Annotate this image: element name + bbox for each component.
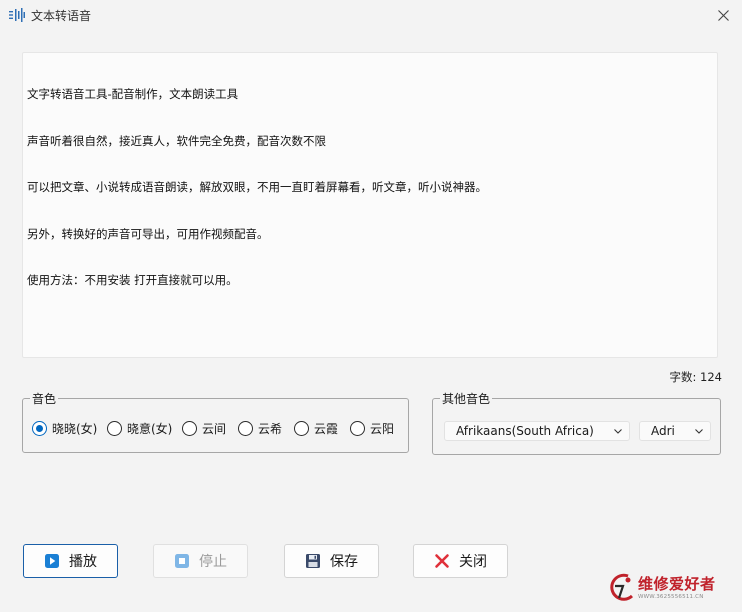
radio-label: 晓意(女) xyxy=(127,422,173,436)
char-count-value: 124 xyxy=(700,370,722,384)
watermark-name: 维修爱好者 xyxy=(638,575,716,593)
voice-radio-xiaoyi[interactable]: 晓意(女) xyxy=(107,420,172,437)
language-select-value: Afrikaans(South Africa) xyxy=(456,424,594,438)
radio-circle xyxy=(107,421,122,436)
radio-label: 云阳 xyxy=(370,422,395,436)
voice-radio-yunxi[interactable]: 云希 xyxy=(238,420,282,437)
close-button[interactable]: 关闭 xyxy=(413,544,508,578)
voice-radio-yunxia[interactable]: 云霞 xyxy=(294,420,338,437)
radio-label: 云希 xyxy=(258,422,283,436)
close-icon xyxy=(717,9,729,21)
app-icon xyxy=(9,8,25,22)
play-button-label: 播放 xyxy=(69,554,97,570)
text-line: 使用方法：不用安装 打开直接就可以用。 xyxy=(27,273,238,287)
chevron-down-icon xyxy=(614,429,622,434)
language-select[interactable]: Afrikaans(South Africa) xyxy=(444,421,630,441)
watermark-logo-icon xyxy=(610,573,634,601)
other-voice-legend: 其他音色 xyxy=(440,390,493,407)
radio-label: 晓晓(女) xyxy=(52,422,98,436)
text-line: 另外，转换好的声音可导出，可用作视频配音。 xyxy=(27,226,269,241)
radio-circle xyxy=(32,421,47,436)
save-button-label: 保存 xyxy=(330,554,358,570)
window-close-button[interactable] xyxy=(710,3,736,27)
radio-circle xyxy=(182,421,197,436)
stop-button[interactable]: 停止 xyxy=(153,544,248,578)
close-icon xyxy=(435,554,449,568)
play-button[interactable]: 播放 xyxy=(23,544,118,578)
window-title: 文本转语音 xyxy=(31,9,92,23)
stop-icon xyxy=(175,554,189,568)
radio-label: 云间 xyxy=(202,422,227,436)
stop-button-label: 停止 xyxy=(199,554,227,570)
watermark-logo: 维修爱好者 WWW.3625556511.CN xyxy=(608,570,732,606)
radio-circle xyxy=(294,421,309,436)
char-count-label: 字数: xyxy=(669,370,697,384)
voice-group: 音色 晓晓(女) 晓意(女) 云间 云希 云霞 云阳 xyxy=(22,390,409,453)
voice-radio-yunjian[interactable]: 云间 xyxy=(182,420,226,437)
close-button-label: 关闭 xyxy=(459,554,487,570)
watermark-url: WWW.3625556511.CN xyxy=(638,594,704,600)
other-voice-group: 其他音色 Afrikaans(South Africa) Adri xyxy=(432,390,721,455)
voice-select[interactable]: Adri xyxy=(639,421,711,441)
text-line: 声音听着很自然，接近真人，软件完全免费，配音次数不限 xyxy=(27,133,326,148)
text-line: 文字转语音工具-配音制作，文本朗读工具 xyxy=(27,87,239,101)
radio-circle xyxy=(238,421,253,436)
chevron-down-icon xyxy=(695,429,703,434)
play-icon xyxy=(45,554,59,568)
char-count: 字数: 124 xyxy=(670,369,722,385)
voice-radio-yunyang[interactable]: 云阳 xyxy=(350,420,394,437)
radio-circle xyxy=(350,421,365,436)
text-input-area[interactable]: 文字转语音工具-配音制作，文本朗读工具 声音听着很自然，接近真人，软件完全免费，… xyxy=(22,52,718,358)
save-icon xyxy=(306,554,320,568)
radio-label: 云霞 xyxy=(314,422,339,436)
voice-radio-xiaoxiao[interactable]: 晓晓(女) xyxy=(32,420,97,437)
save-button[interactable]: 保存 xyxy=(284,544,379,578)
title-bar: 文本转语音 xyxy=(0,0,742,30)
voice-select-value: Adri xyxy=(651,424,675,438)
voice-group-legend: 音色 xyxy=(30,390,59,407)
text-line: 可以把文章、小说转成语音朗读，解放双眼，不用一直盯着屏幕看，听文章，听小说神器。 xyxy=(27,180,487,194)
